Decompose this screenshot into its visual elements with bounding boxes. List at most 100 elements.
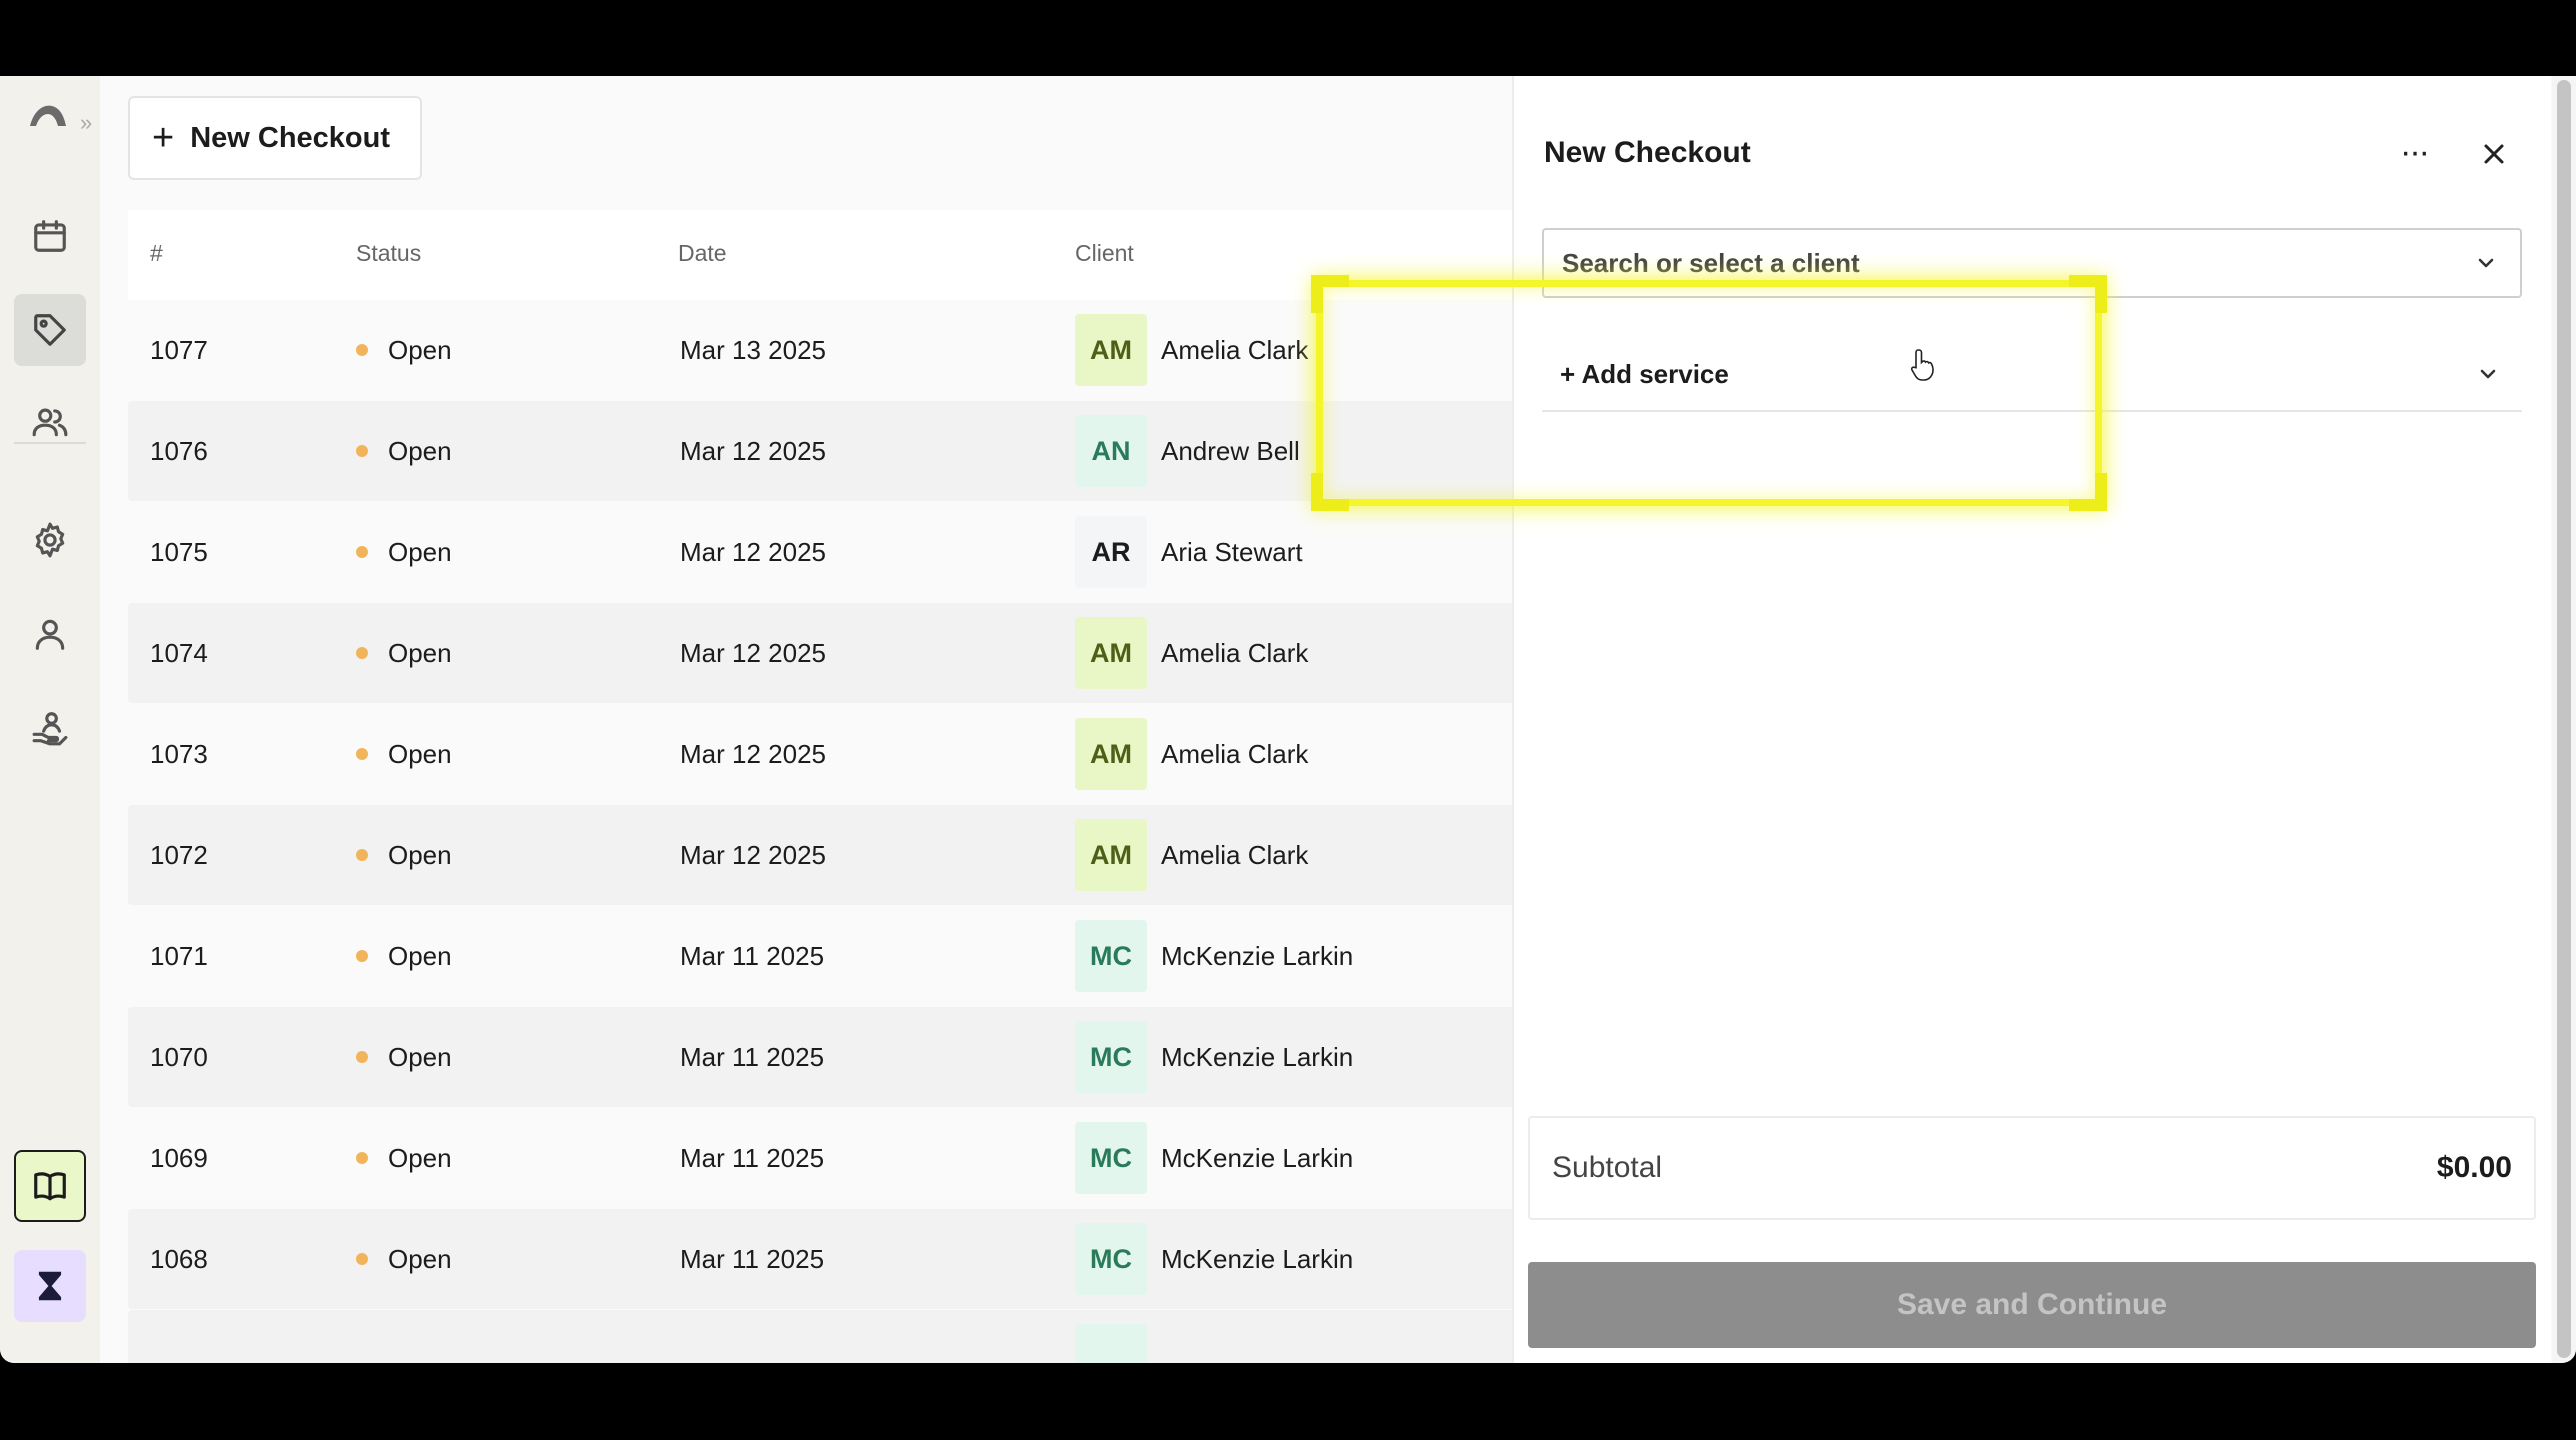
column-header-client[interactable]: Client [1075,240,1134,267]
table-row[interactable]: 1068 Open Mar 11 2025 MC McKenzie Larkin [128,1209,1518,1309]
client-cell: AN Andrew Bell [1075,401,1300,501]
date-cell: Mar 12 2025 [680,637,826,668]
avatar: MC [1075,1021,1147,1093]
scrollbar[interactable] [2552,76,2576,1363]
subtotal-row: Subtotal $0.00 [1528,1116,2536,1220]
status-cell: Open [356,1007,452,1107]
table-row[interactable]: 1069 Open Mar 11 2025 MC McKenzie Larkin [128,1108,1518,1208]
date-cell: Mar 11 2025 [680,940,825,971]
avatar: AM [1075,314,1147,386]
status-dot-icon [356,445,368,457]
more-options-icon[interactable]: ··· [2394,135,2434,169]
new-checkout-button[interactable]: + New Checkout [128,96,422,180]
column-header-number[interactable]: # [150,240,163,267]
checkout-number: 1077 [150,334,208,365]
checkout-number: 1076 [150,435,208,466]
client-name: McKenzie Larkin [1161,1041,1354,1072]
status-dot-icon [356,849,368,861]
new-checkout-panel: New Checkout ··· Search or select a clie… [1514,76,2551,1363]
date-cell: Mar 12 2025 [680,536,826,567]
column-header-status[interactable]: Status [356,240,421,267]
date-cell: Mar 11 2025 [680,1041,825,1072]
date-cell: Mar 12 2025 [680,839,826,870]
avatar: AN [1075,415,1147,487]
client-name: Andrew Bell [1161,435,1300,466]
client-name: Amelia Clark [1161,839,1309,870]
gear-icon[interactable] [14,504,86,576]
scrollbar-thumb[interactable] [2557,80,2571,1358]
table-row[interactable]: 1074 Open Mar 12 2025 AM Amelia Clark [128,603,1518,703]
client-cell: AM Amelia Clark [1075,704,1308,804]
status-dot-icon [356,748,368,760]
status-text: Open [388,839,452,870]
client-name: McKenzie Larkin [1161,1142,1354,1173]
table-row[interactable]: 1071 Open Mar 11 2025 MC McKenzie Larkin [128,906,1518,1006]
plus-icon: + [152,117,175,159]
date-cell: Mar 13 2025 [680,334,826,365]
table-row[interactable] [128,1310,1518,1363]
avatar: AM [1075,819,1147,891]
table-header: # Status Date Client [128,210,1518,300]
users-icon[interactable] [14,386,86,458]
status-cell: Open [356,805,452,905]
status-text: Open [388,334,452,365]
status-dot-icon [356,546,368,558]
checkout-number: 1068 [150,1243,208,1274]
status-dot-icon [356,647,368,659]
table-row[interactable]: 1076 Open Mar 12 2025 AN Andrew Bell [128,401,1518,501]
hourglass-icon[interactable] [14,1250,86,1322]
logo-icon[interactable] [28,102,68,133]
save-and-continue-button[interactable]: Save and Continue [1528,1262,2536,1348]
status-dot-icon [356,1152,368,1164]
person-icon[interactable] [14,598,86,670]
status-text: Open [388,738,452,769]
client-name: McKenzie Larkin [1161,1243,1354,1274]
status-cell: Open [356,300,452,400]
client-name: Amelia Clark [1161,637,1309,668]
client-cell: AM Amelia Clark [1075,805,1308,905]
tag-icon[interactable] [14,294,86,366]
chevron-down-icon [2476,362,2500,386]
chevron-down-icon [2474,251,2498,275]
table-row[interactable]: 1077 Open Mar 13 2025 AM Amelia Clark [128,300,1518,400]
status-cell: Open [356,603,452,703]
highlight-corner [1311,275,1349,313]
app-window: » + New Checkout # Status Date Client 10… [0,76,2576,1363]
client-name: Amelia Clark [1161,334,1309,365]
avatar: AM [1075,718,1147,790]
status-text: Open [388,435,452,466]
highlight-corner [2069,473,2107,511]
client-cell [1075,1310,1161,1363]
client-cell: MC McKenzie Larkin [1075,1007,1353,1107]
status-dot-icon [356,1253,368,1265]
table-row[interactable]: 1075 Open Mar 12 2025 AR Aria Stewart [128,502,1518,602]
status-cell: Open [356,906,452,1006]
table-row[interactable]: 1072 Open Mar 12 2025 AM Amelia Clark [128,805,1518,905]
client-cell: AM Amelia Clark [1075,300,1308,400]
subtotal-label: Subtotal [1552,1151,1663,1184]
close-icon[interactable] [2474,134,2514,174]
hand-person-icon[interactable] [14,692,86,764]
table-row[interactable]: 1073 Open Mar 12 2025 AM Amelia Clark [128,704,1518,804]
status-cell: Open [356,401,452,501]
sidebar: » [0,76,100,1363]
checkout-number: 1073 [150,738,208,769]
client-cell: MC McKenzie Larkin [1075,906,1353,1006]
client-cell: AM Amelia Clark [1075,603,1308,703]
calendar-icon[interactable] [14,200,86,272]
table-row[interactable]: 1070 Open Mar 11 2025 MC McKenzie Larkin [128,1007,1518,1107]
checkout-number: 1069 [150,1142,208,1173]
column-header-date[interactable]: Date [678,240,727,267]
status-cell: Open [356,1209,452,1309]
highlight-corner [2069,275,2107,313]
status-text: Open [388,536,452,567]
subtotal-value: $0.00 [2436,1151,2512,1184]
expand-sidebar-icon[interactable]: » [80,112,92,134]
client-cell: MC McKenzie Larkin [1075,1209,1353,1309]
checkout-number: 1071 [150,940,208,971]
book-icon[interactable] [14,1150,86,1222]
highlight-box [1311,275,2107,511]
client-cell: AR Aria Stewart [1075,502,1303,602]
date-cell: Mar 11 2025 [680,1142,825,1173]
sidebar-divider [14,442,86,444]
